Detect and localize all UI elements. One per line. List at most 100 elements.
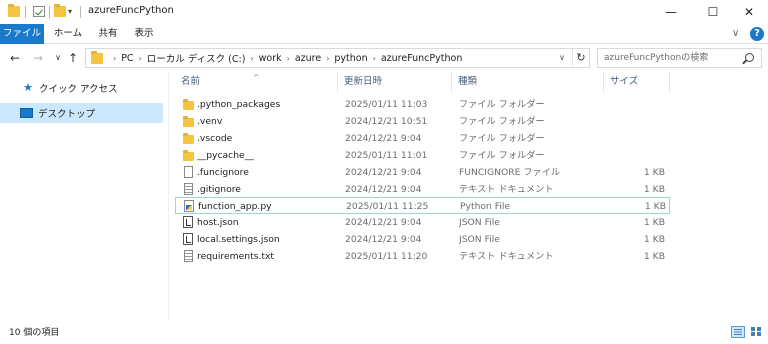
file-type: Python File	[460, 201, 511, 212]
properties-icon[interactable]	[33, 6, 45, 17]
quick-access-toolbar-dropdown-icon[interactable]: ▾	[68, 7, 76, 17]
tab-share[interactable]: 共有	[92, 24, 124, 44]
nav-item-label: デスクトップ	[38, 109, 96, 120]
file-row[interactable]: .venv 2024/12/21 10:51 ファイル フォルダー	[175, 113, 670, 130]
large-icons-view-icon[interactable]	[750, 326, 764, 338]
breadcrumb-item-local-disk[interactable]: ローカル ディスク (C:)	[147, 51, 246, 65]
desktop-icon	[20, 108, 33, 118]
breadcrumb-item-azurefuncpython[interactable]: azureFuncPython	[381, 53, 463, 64]
column-header-type[interactable]: 種類	[452, 72, 604, 92]
forward-button[interactable]: →	[30, 49, 46, 67]
file-type: ファイル フォルダー	[459, 116, 545, 127]
column-header-label: 名前	[181, 76, 201, 87]
breadcrumb-separator-icon[interactable]: ›	[139, 54, 142, 63]
search-box[interactable]	[597, 48, 762, 68]
breadcrumb-item-pc[interactable]: PC	[121, 53, 133, 64]
file-type: テキスト ドキュメント	[459, 184, 554, 195]
nav-item-quick-access[interactable]: ★ クイック アクセス	[0, 78, 163, 98]
file-size: 1 KB	[643, 217, 665, 228]
text-file-icon	[184, 183, 193, 195]
breadcrumb-item-python[interactable]: python	[334, 53, 367, 64]
file-name: requirements.txt	[197, 251, 275, 262]
tab-view[interactable]: 表示	[128, 24, 160, 44]
breadcrumb-separator-icon[interactable]: ›	[250, 54, 253, 63]
refresh-button[interactable]: ↻	[572, 49, 589, 67]
file-date: 2025/01/11 11:25	[346, 201, 429, 212]
file-size	[605, 113, 665, 130]
file-row[interactable]: requirements.txt 2025/01/11 11:20 テキスト ド…	[175, 248, 670, 265]
file-row[interactable]: __pycache__ 2025/01/11 11:01 ファイル フォルダー	[175, 147, 670, 164]
folder-icon	[91, 51, 103, 64]
help-icon[interactable]: ?	[750, 27, 764, 41]
navigation-pane: ★ クイック アクセス デスクトップ	[0, 72, 168, 320]
file-icon	[184, 166, 193, 178]
file-date: 2025/01/11 11:20	[345, 251, 428, 262]
ribbon-tabs: ファイル ホーム 共有 表示 ∨ ?	[0, 24, 768, 44]
folder-icon	[183, 99, 194, 110]
file-name: .python_packages	[197, 99, 281, 110]
separator	[80, 6, 81, 18]
python-file-icon	[184, 200, 194, 212]
breadcrumb: › PC › ローカル ディスク (C:) › work › azure › p…	[108, 49, 462, 67]
file-type: ファイル フォルダー	[459, 133, 545, 144]
file-size: 1 KB	[643, 234, 665, 245]
file-row[interactable]: .vscode 2024/12/21 9:04 ファイル フォルダー	[175, 130, 670, 147]
folder-icon	[8, 4, 20, 17]
search-input[interactable]	[598, 49, 738, 67]
details-view-icon[interactable]	[731, 326, 745, 338]
file-row[interactable]: local.settings.json 2024/12/21 9:04 JSON…	[175, 231, 670, 248]
search-icon[interactable]	[745, 53, 754, 62]
file-size	[605, 96, 665, 113]
minimize-button[interactable]: —	[648, 0, 694, 24]
file-date: 2024/12/21 9:04	[345, 133, 422, 144]
folder-icon	[183, 133, 194, 144]
file-date: 2025/01/11 11:01	[345, 150, 428, 161]
column-header-name[interactable]: 名前 ^	[175, 72, 338, 92]
separator	[49, 6, 50, 18]
file-row[interactable]: .funcignore 2024/12/21 9:04 FUNCIGNORE フ…	[175, 164, 670, 181]
file-date: 2024/12/21 9:04	[345, 217, 422, 228]
back-button[interactable]: ←	[7, 49, 23, 67]
close-button[interactable]: ✕	[726, 0, 768, 24]
item-count: 10 個の項目	[9, 328, 60, 338]
pane-divider[interactable]	[168, 72, 169, 320]
nav-item-label: クイック アクセス	[39, 84, 118, 95]
status-bar: 10 個の項目	[0, 320, 768, 344]
tab-home[interactable]: ホーム	[48, 24, 88, 44]
sort-ascending-icon: ^	[253, 73, 260, 82]
expand-ribbon-icon[interactable]: ∨	[732, 28, 739, 39]
breadcrumb-separator-icon[interactable]: ›	[287, 54, 290, 63]
folder-icon	[183, 150, 194, 161]
nav-item-desktop[interactable]: デスクトップ	[0, 103, 163, 123]
file-name: host.json	[197, 217, 239, 228]
file-row[interactable]: host.json 2024/12/21 9:04 JSON File 1 KB	[175, 214, 670, 231]
column-header-date[interactable]: 更新日時	[338, 72, 452, 92]
file-size: 1 KB	[643, 184, 665, 195]
file-row[interactable]: .gitignore 2024/12/21 9:04 テキスト ドキュメント 1…	[175, 181, 670, 198]
address-dropdown-icon[interactable]: ∨	[554, 49, 570, 67]
file-row-selected[interactable]: function_app.py 2025/01/11 11:25 Python …	[175, 197, 670, 214]
file-date: 2024/12/21 9:04	[345, 234, 422, 245]
json-file-icon	[183, 216, 193, 228]
breadcrumb-separator-icon[interactable]: ›	[326, 54, 329, 63]
file-date: 2024/12/21 9:04	[345, 167, 422, 178]
up-button[interactable]: ↑	[65, 49, 81, 67]
column-header-row: 名前 ^ 更新日時 種類 サイズ	[175, 72, 675, 92]
recent-locations-button[interactable]: ∨	[50, 49, 66, 67]
file-type: JSON File	[459, 217, 500, 228]
tab-file[interactable]: ファイル	[0, 24, 44, 44]
file-date: 2025/01/11 11:03	[345, 99, 428, 110]
breadcrumb-item-work[interactable]: work	[259, 53, 282, 64]
address-bar[interactable]: › PC › ローカル ディスク (C:) › work › azure › p…	[85, 48, 590, 68]
file-type: ファイル フォルダー	[459, 150, 545, 161]
file-size: 1 KB	[644, 201, 666, 212]
file-name: .gitignore	[197, 184, 241, 195]
window-title: azureFuncPython	[88, 5, 174, 16]
new-folder-icon[interactable]	[54, 4, 66, 17]
file-name: .vscode	[197, 133, 233, 144]
breadcrumb-item-azure[interactable]: azure	[295, 53, 321, 64]
file-date: 2024/12/21 9:04	[345, 184, 422, 195]
file-row[interactable]: .python_packages 2025/01/11 11:03 ファイル フ…	[175, 96, 670, 113]
breadcrumb-separator-icon[interactable]: ›	[373, 54, 376, 63]
column-header-size[interactable]: サイズ	[604, 72, 670, 92]
